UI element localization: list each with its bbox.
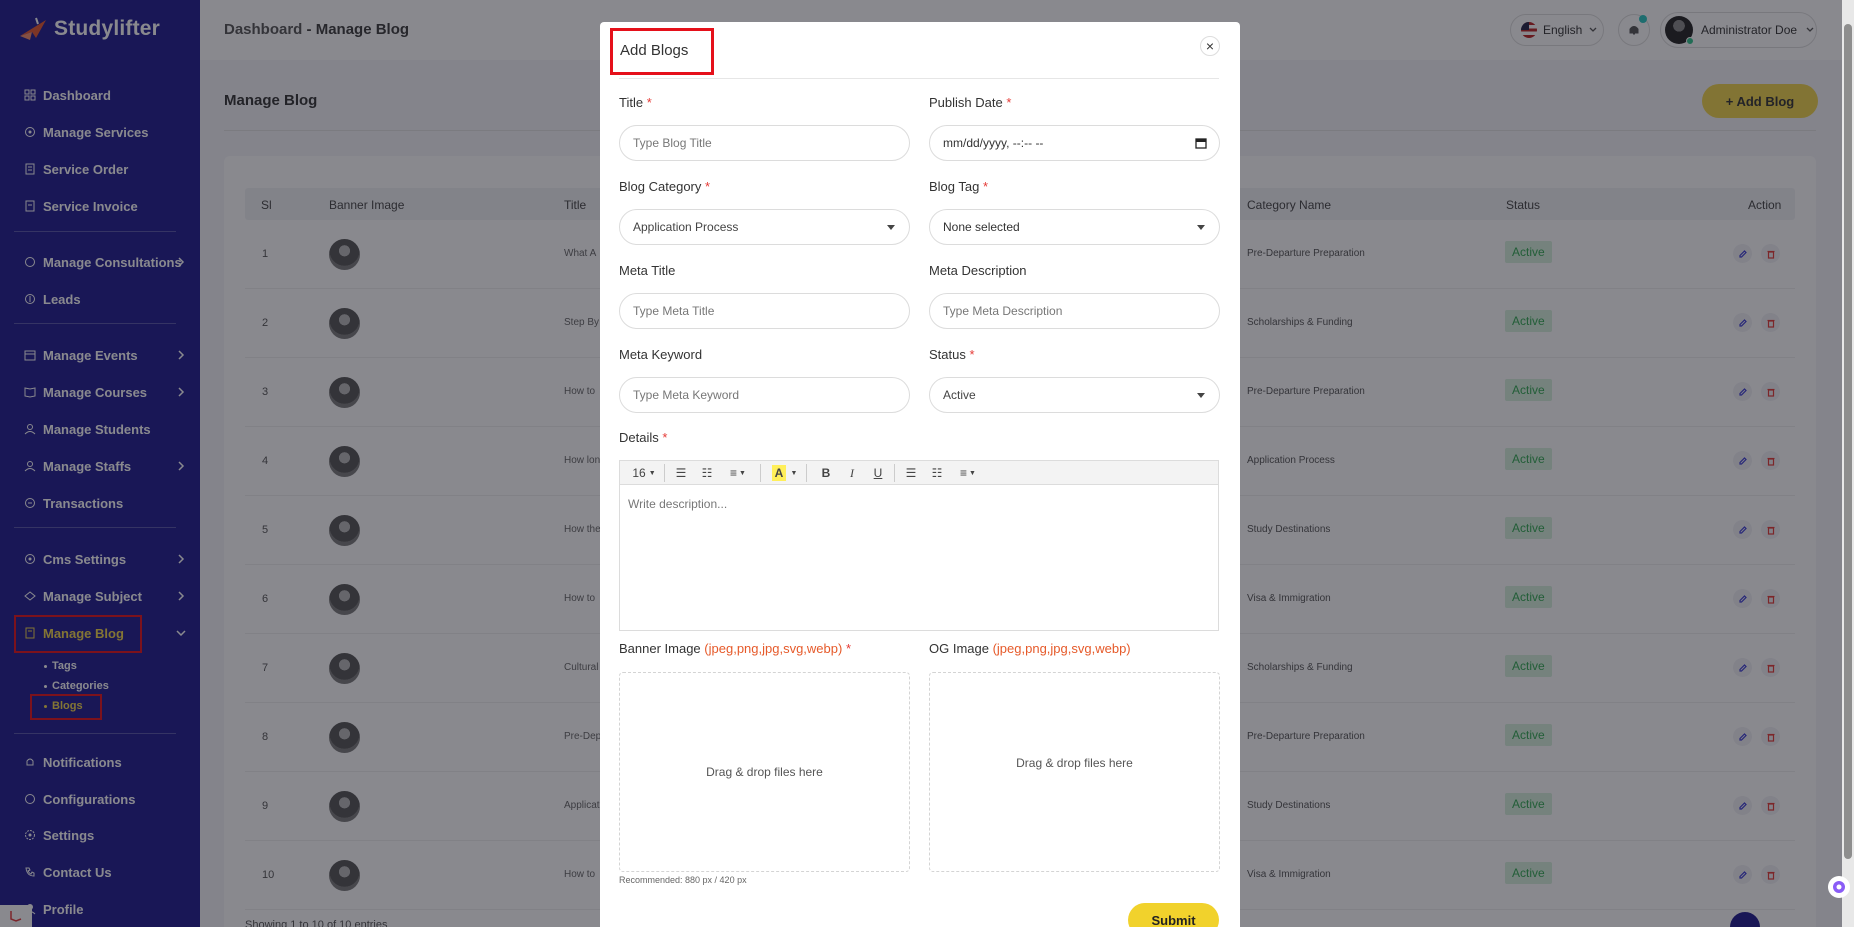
meta-description-label: Meta Description (929, 263, 1027, 278)
details-label: Details * (619, 430, 668, 445)
bold-icon[interactable]: B (820, 465, 832, 481)
meta-description-input[interactable] (929, 293, 1220, 329)
og-image-dropzone[interactable]: Drag & drop files here (929, 672, 1220, 872)
status-select[interactable]: Active (929, 377, 1220, 413)
text-color-icon[interactable]: A (772, 465, 786, 481)
font-size-dropdown[interactable]: 16 ▼ (632, 465, 656, 481)
rich-text-editor: 16 ▼ ☰ ☷ ≡ ▼ A ▼ B I U ☰ ☷ ≡ ▼ Write descri… (619, 460, 1219, 631)
status-label: Status * (929, 347, 975, 362)
toolbar-separator (806, 464, 807, 482)
caret-down-icon (887, 225, 895, 230)
chevron-down-icon[interactable]: ▼ (790, 465, 798, 481)
bullet-list-icon[interactable]: ☰ (674, 465, 688, 481)
scrollbar-thumb[interactable] (1844, 24, 1852, 859)
blog-tag-label: Blog Tag * (929, 179, 989, 194)
editor-toolbar: 16 ▼ ☰ ☷ ≡ ▼ A ▼ B I U ☰ ☷ ≡ ▼ (620, 461, 1218, 485)
editor-placeholder[interactable]: Write description... (628, 497, 727, 511)
submit-button[interactable]: Submit (1128, 903, 1219, 927)
meta-keyword-label: Meta Keyword (619, 347, 703, 362)
calendar-icon[interactable] (1195, 137, 1207, 149)
blog-category-label: Blog Category * (619, 179, 711, 194)
toolbar-separator (664, 464, 665, 482)
numbered-list-icon[interactable]: ☷ (930, 465, 944, 481)
banner-image-label: Banner Image (jpeg,png,jpg,svg,webp) * (619, 641, 852, 656)
highlight-box-modal-title (610, 28, 714, 75)
underline-icon[interactable]: U (872, 465, 884, 481)
modal-divider (619, 78, 1219, 79)
caret-down-icon (1197, 225, 1205, 230)
italic-icon[interactable]: I (846, 465, 858, 481)
banner-image-dropzone[interactable]: Drag & drop files here (619, 672, 910, 872)
recommended-size-hint: Recommended: 880 px / 420 px (619, 875, 747, 885)
numbered-list-icon[interactable]: ☷ (700, 465, 714, 481)
scrollbar[interactable] (1842, 0, 1854, 927)
caret-down-icon (1197, 393, 1205, 398)
accessibility-widget-icon[interactable] (1828, 876, 1850, 898)
toolbar-separator (760, 464, 761, 482)
align-dropdown-icon[interactable]: ≡ ▼ (956, 465, 980, 481)
close-button[interactable]: × (1200, 36, 1220, 56)
align-dropdown-icon[interactable]: ≡ ▼ (726, 465, 750, 481)
og-image-label: OG Image (jpeg,png,jpg,svg,webp) (929, 641, 1131, 656)
meta-title-label: Meta Title (619, 263, 676, 278)
blog-tag-select[interactable]: None selected (929, 209, 1220, 245)
publish-date-input[interactable]: mm/dd/yyyy, --:-- -- (929, 125, 1220, 161)
meta-keyword-input[interactable] (619, 377, 910, 413)
meta-title-input[interactable] (619, 293, 910, 329)
title-label: Title * (619, 95, 652, 110)
blog-category-select[interactable]: Application Process (619, 209, 910, 245)
bullet-list-icon[interactable]: ☰ (904, 465, 918, 481)
add-blog-modal: Add Blogs × Title * Publish Date * mm/dd… (600, 22, 1240, 927)
publish-date-label: Publish Date * (929, 95, 1012, 110)
title-input[interactable] (619, 125, 910, 161)
toolbar-separator (894, 464, 895, 482)
